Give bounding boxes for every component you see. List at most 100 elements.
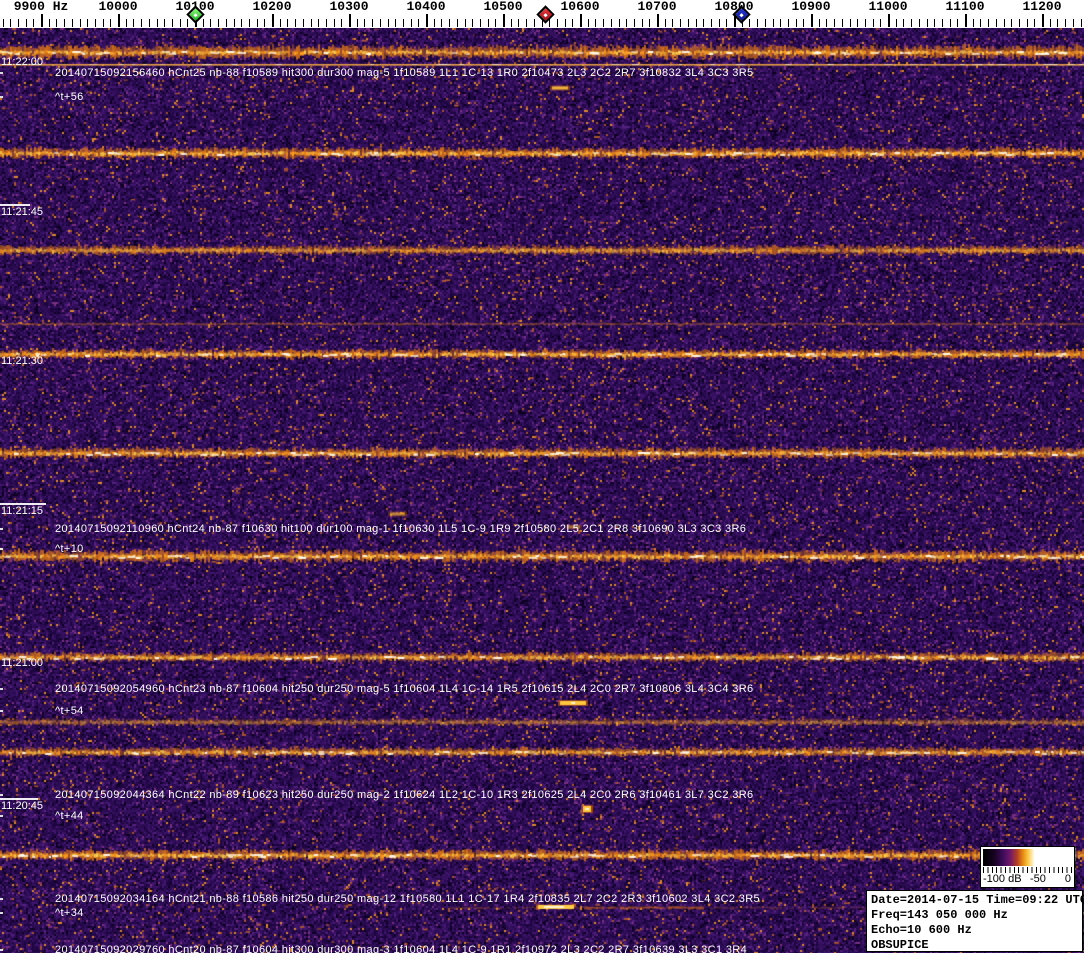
- ruler-minor-tick: [826, 19, 827, 27]
- ruler-minor-tick: [842, 19, 843, 27]
- ruler-minor-tick: [234, 19, 235, 27]
- detection-offset-label: ^t+34: [55, 907, 84, 919]
- ruler-minor-tick: [403, 19, 404, 27]
- ruler-minor-tick: [703, 19, 704, 27]
- ruler-minor-tick: [318, 19, 319, 27]
- ruler-minor-tick: [434, 19, 435, 27]
- ruler-minor-tick: [626, 19, 627, 27]
- ruler-minor-tick: [634, 19, 635, 27]
- ruler-minor-tick: [526, 19, 527, 27]
- ruler-minor-tick: [418, 19, 419, 27]
- ruler-minor-tick: [950, 19, 951, 27]
- ruler-major-tick: [426, 14, 428, 27]
- ruler-minor-tick: [572, 19, 573, 27]
- ruler-minor-tick: [649, 19, 650, 27]
- detection-offset-label: ^t+10: [55, 543, 84, 555]
- row-left-dot: [0, 794, 3, 796]
- ruler-minor-tick: [3, 19, 4, 27]
- ruler-minor-tick: [187, 19, 188, 27]
- meteor-echo-spectrogram-window: 9900 Hz100001010010200103001040010500106…: [0, 0, 1084, 953]
- ruler-minor-tick: [411, 19, 412, 27]
- ruler-minor-tick: [364, 19, 365, 27]
- colorbar-gradient: [983, 849, 1072, 866]
- ruler-minor-tick: [334, 19, 335, 27]
- row-left-dot: [0, 72, 3, 74]
- info-frequency: Freq=143 050 000 Hz: [871, 908, 1082, 923]
- ruler-minor-tick: [203, 19, 204, 27]
- ruler-minor-tick: [611, 19, 612, 27]
- ruler-minor-tick: [1027, 19, 1028, 27]
- ruler-frequency-label: 11000: [868, 0, 907, 14]
- ruler-major-tick: [1042, 14, 1044, 27]
- ruler-minor-tick: [1073, 19, 1074, 27]
- ruler-minor-tick: [157, 19, 158, 27]
- row-left-dot: [0, 815, 3, 817]
- ruler-minor-tick: [865, 19, 866, 27]
- ruler-frequency-label: 10000: [98, 0, 137, 14]
- colorbar-label-min: -100 dB: [983, 873, 1022, 885]
- ruler-minor-tick: [18, 19, 19, 27]
- ruler-frequency-label: 9900 Hz: [14, 0, 69, 14]
- ruler-frequency-label: 10600: [560, 0, 599, 14]
- ruler-major-tick: [888, 14, 890, 27]
- spectrogram-waterfall: [0, 28, 1084, 953]
- ruler-minor-tick: [164, 19, 165, 27]
- ruler-minor-tick: [557, 19, 558, 27]
- ruler-minor-tick: [549, 19, 550, 27]
- ruler-minor-tick: [857, 19, 858, 27]
- ruler-minor-tick: [441, 19, 442, 27]
- ruler-minor-tick: [642, 19, 643, 27]
- info-station-name: OBSUPICE: [871, 938, 1082, 953]
- ruler-minor-tick: [341, 19, 342, 27]
- ruler-minor-tick: [903, 19, 904, 27]
- ruler-major-tick: [118, 14, 120, 27]
- time-label: 11:21:00: [1, 657, 43, 669]
- ruler-minor-tick: [465, 19, 466, 27]
- ruler-minor-tick: [927, 19, 928, 27]
- ruler-frequency-label: 10400: [406, 0, 445, 14]
- ruler-minor-tick: [1019, 19, 1020, 27]
- ruler-minor-tick: [619, 19, 620, 27]
- ruler-minor-tick: [672, 19, 673, 27]
- ruler-minor-tick: [395, 19, 396, 27]
- ruler-minor-tick: [1065, 19, 1066, 27]
- ruler-minor-tick: [942, 19, 943, 27]
- ruler-minor-tick: [1011, 19, 1012, 27]
- ruler-minor-tick: [357, 19, 358, 27]
- ruler-minor-tick: [241, 19, 242, 27]
- ruler-minor-tick: [988, 19, 989, 27]
- ruler-minor-tick: [103, 19, 104, 27]
- ruler-minor-tick: [1081, 19, 1082, 27]
- time-tick-line: [0, 798, 38, 800]
- ruler-minor-tick: [873, 19, 874, 27]
- time-tick-line: [0, 204, 30, 206]
- ruler-frequency-label: 10300: [329, 0, 368, 14]
- row-left-dot: [0, 548, 3, 550]
- ruler-minor-tick: [480, 19, 481, 27]
- detection-text-row: 20140715092029760 hCnt20 nb-87 f10604 hi…: [55, 944, 747, 953]
- ruler-minor-tick: [249, 19, 250, 27]
- ruler-minor-tick: [719, 19, 720, 27]
- frequency-ruler: 9900 Hz100001010010200103001040010500106…: [0, 0, 1084, 28]
- ruler-minor-tick: [10, 19, 11, 27]
- ruler-major-tick: [349, 14, 351, 27]
- ruler-major-tick: [580, 14, 582, 27]
- ruler-major-tick: [272, 14, 274, 27]
- detection-text-row: 20140715092110960 hCnt24 nb-87 f10630 hi…: [55, 523, 746, 535]
- ruler-minor-tick: [72, 19, 73, 27]
- ruler-minor-tick: [280, 19, 281, 27]
- row-left-dot: [0, 688, 3, 690]
- red-marker-diamond-icon[interactable]: [536, 5, 554, 23]
- ruler-minor-tick: [472, 19, 473, 27]
- ruler-major-tick: [41, 14, 43, 27]
- ruler-minor-tick: [919, 19, 920, 27]
- ruler-minor-tick: [326, 19, 327, 27]
- ruler-minor-tick: [565, 19, 566, 27]
- ruler-minor-tick: [226, 19, 227, 27]
- ruler-minor-tick: [303, 19, 304, 27]
- info-echo-frequency: Echo=10 600 Hz: [871, 923, 1082, 938]
- ruler-minor-tick: [257, 19, 258, 27]
- ruler-minor-tick: [141, 19, 142, 27]
- ruler-minor-tick: [133, 19, 134, 27]
- ruler-major-tick: [503, 14, 505, 27]
